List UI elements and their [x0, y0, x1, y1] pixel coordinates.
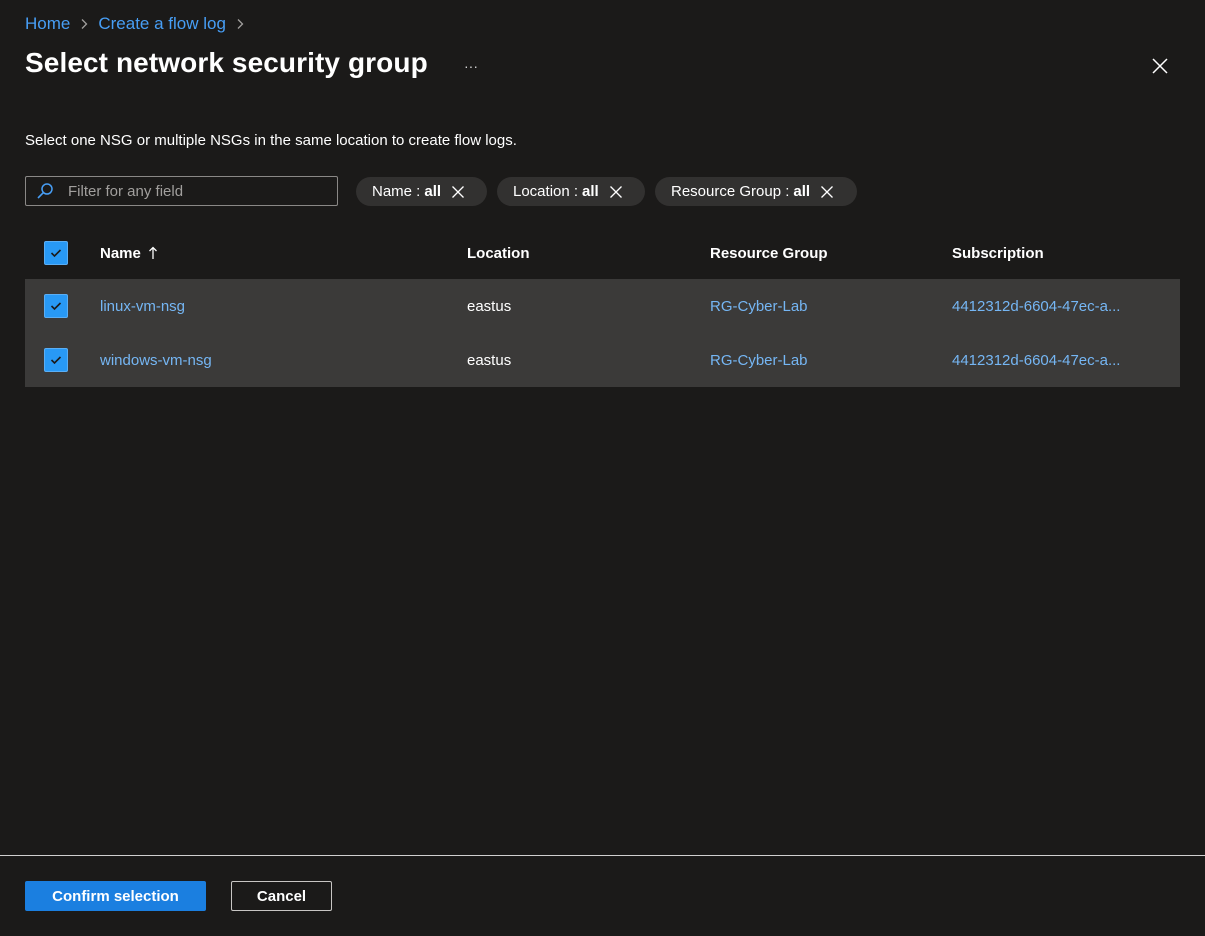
pill-label: Resource Group : — [671, 183, 790, 200]
column-header-label: Location — [467, 244, 530, 262]
name-cell: windows-vm-nsg — [100, 333, 212, 387]
search-icon — [30, 177, 60, 205]
column-header-label: Resource Group — [710, 244, 828, 262]
table-row[interactable]: windows-vm-nsg eastus RG-Cyber-Lab 44123… — [25, 333, 1180, 387]
checkmark-icon — [50, 249, 62, 258]
subscription-cell: 4412312d-6604-47ec-a... — [952, 333, 1120, 387]
breadcrumb-create-flow-log-link[interactable]: Create a flow log — [98, 14, 226, 34]
filter-field — [25, 176, 338, 206]
subscription-cell: 4412312d-6604-47ec-a... — [952, 279, 1120, 333]
column-header-label: Name — [100, 244, 141, 262]
chevron-right-icon — [226, 18, 254, 30]
page-description: Select one NSG or multiple NSGs in the s… — [25, 132, 517, 149]
row-checkbox[interactable] — [44, 294, 68, 318]
column-header-resource-group[interactable]: Resource Group — [710, 227, 828, 279]
resource-group-link[interactable]: RG-Cyber-Lab — [710, 352, 808, 369]
table-row[interactable]: linux-vm-nsg eastus RG-Cyber-Lab 4412312… — [25, 279, 1180, 333]
resource-group-cell: RG-Cyber-Lab — [710, 279, 808, 333]
pill-value: all — [424, 183, 442, 200]
nsg-name-link[interactable]: linux-vm-nsg — [100, 298, 185, 315]
select-all-cell — [44, 227, 70, 279]
select-nsg-blade: Home Create a flow log Select network se… — [0, 0, 1205, 936]
column-header-name[interactable]: Name — [100, 227, 158, 279]
row-checkbox[interactable] — [44, 348, 68, 372]
pill-value: all — [793, 183, 811, 200]
subscription-link[interactable]: 4412312d-6604-47ec-a... — [952, 352, 1120, 369]
close-button[interactable] — [1148, 54, 1172, 78]
column-header-location[interactable]: Location — [467, 227, 530, 279]
table-header: Name Location Resource Group Subscriptio… — [25, 227, 1180, 279]
table-body: linux-vm-nsg eastus RG-Cyber-Lab 4412312… — [25, 279, 1180, 387]
column-header-subscription[interactable]: Subscription — [952, 227, 1044, 279]
cancel-button[interactable]: Cancel — [231, 881, 332, 911]
confirm-selection-button[interactable]: Confirm selection — [25, 881, 206, 911]
dismiss-icon[interactable] — [441, 177, 475, 206]
close-icon — [1152, 58, 1168, 74]
nsg-name-link[interactable]: windows-vm-nsg — [100, 352, 212, 369]
select-all-checkbox[interactable] — [44, 241, 68, 265]
checkmark-icon — [50, 356, 62, 365]
page-title: Select network security group — [25, 47, 428, 78]
pill-value: all — [582, 183, 599, 200]
resource-group-link[interactable]: RG-Cyber-Lab — [710, 298, 808, 315]
chevron-right-icon — [70, 18, 98, 30]
location-filter-pill[interactable]: Location : all — [497, 177, 645, 206]
checkmark-icon — [50, 302, 62, 311]
subscription-link[interactable]: 4412312d-6604-47ec-a... — [952, 298, 1120, 315]
name-cell: linux-vm-nsg — [100, 279, 185, 333]
location-cell: eastus — [467, 351, 512, 369]
row-check-cell — [44, 279, 70, 333]
more-options-button[interactable]: ··· — [458, 56, 484, 76]
name-filter-pill[interactable]: Name : all — [356, 177, 487, 206]
pill-label: Location : — [513, 183, 579, 200]
dismiss-icon[interactable] — [599, 177, 633, 206]
breadcrumb-home-link[interactable]: Home — [25, 14, 70, 34]
footer-divider — [0, 855, 1205, 856]
location-cell: eastus — [467, 297, 512, 315]
arrow-up-icon — [148, 246, 158, 260]
dismiss-icon[interactable] — [810, 177, 844, 206]
column-header-label: Subscription — [952, 244, 1044, 262]
pill-label: Name : — [372, 183, 421, 200]
resource-group-filter-pill[interactable]: Resource Group : all — [655, 177, 857, 206]
filter-input[interactable] — [60, 177, 337, 205]
resource-group-cell: RG-Cyber-Lab — [710, 333, 808, 387]
row-check-cell — [44, 333, 70, 387]
breadcrumb: Home Create a flow log — [25, 12, 254, 36]
